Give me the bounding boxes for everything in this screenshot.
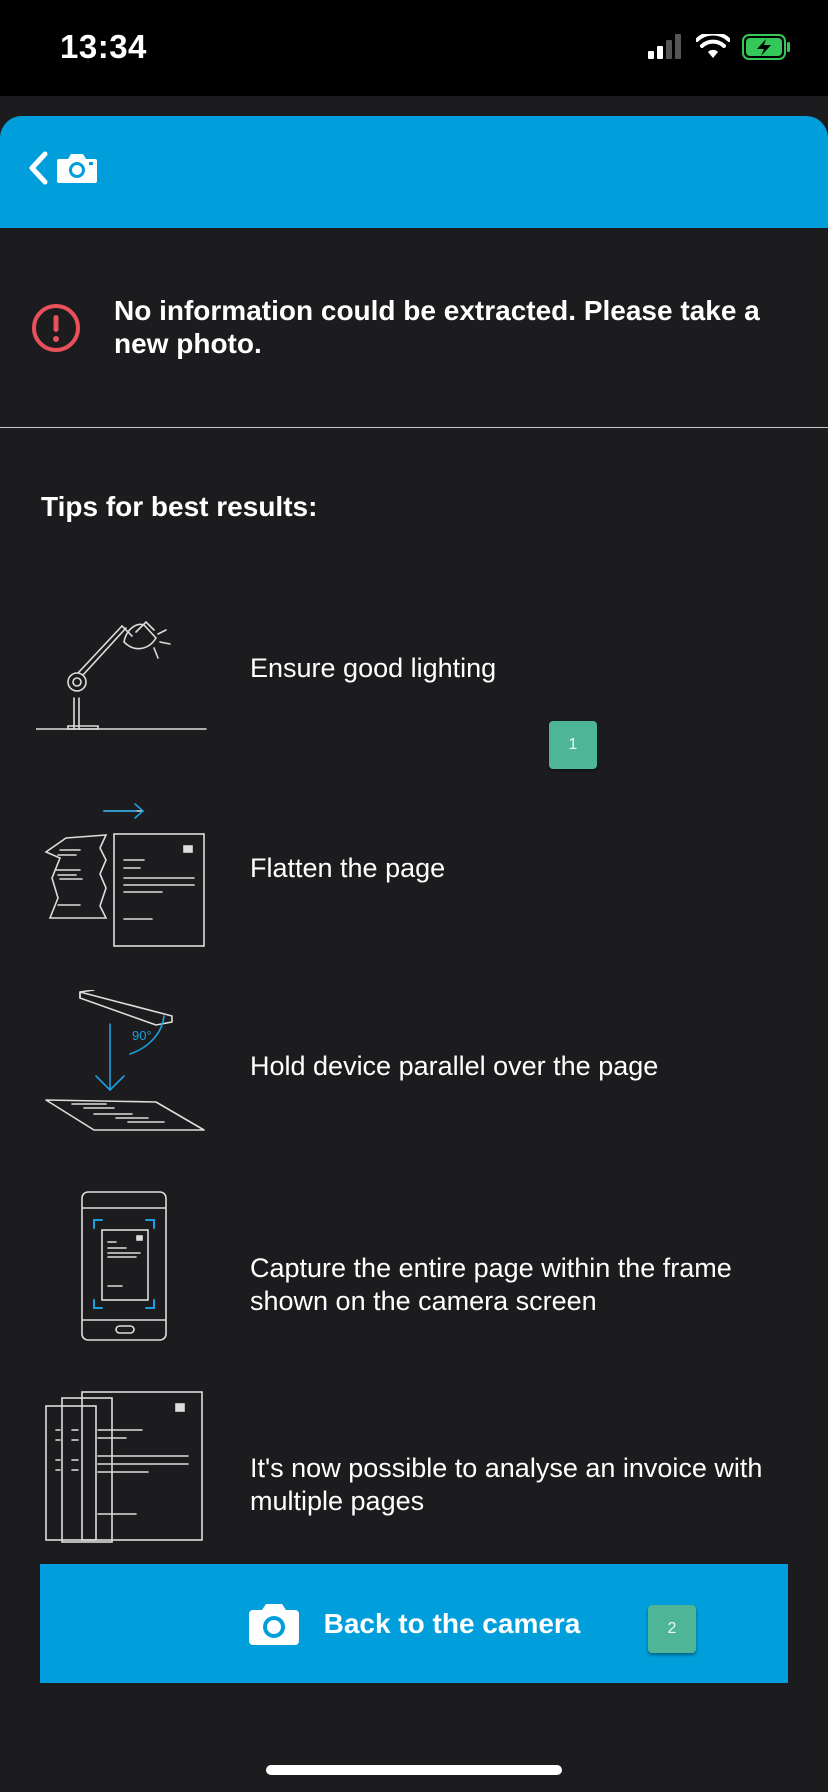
navigation-bar [0,116,828,228]
camera-icon [248,1603,299,1645]
tips-heading: Tips for best results: [41,491,318,522]
back-to-camera-label: Back to the camera [323,1607,581,1639]
badge: 1 [549,721,597,769]
home-indicator[interactable] [266,1765,562,1775]
phone-frame-icon [81,1191,167,1341]
tip-text: Hold device parallel over the page [250,1051,659,1081]
battery-icon [742,34,790,60]
status-icons [646,34,792,60]
tip-text: It's now possible to analyse an invoice … [250,1453,763,1516]
wifi-icon [696,34,730,58]
tip-item: 90° Hold device parallel over the page [0,980,828,1180]
flatten-page-icon [44,803,205,947]
tip-text: Capture the entire page within the frame… [250,1253,732,1316]
tip-item: It's now possible to analyse an invoice … [0,1380,828,1580]
tip-text: Flatten the page [250,853,446,883]
tip-text: Ensure good lighting [250,653,497,683]
parallel-device-icon: 90° [45,990,205,1131]
error-banner: No information could be extracted. Pleas… [0,228,828,428]
tip-item: Capture the entire page within the frame… [0,1180,828,1380]
divider [0,427,828,428]
status-time: 13:34 [60,28,147,65]
badge: 2 [648,1605,696,1653]
chevron-left-icon [29,151,48,185]
lamp-icon [36,620,207,730]
alert-icon [32,304,80,352]
tip-item: Flatten the page [0,780,828,980]
signal-icon [648,34,681,59]
svg-text:90°: 90° [132,1028,152,1043]
multiple-pages-icon [45,1391,203,1543]
status-bar: 13:34 [0,0,828,96]
tip-item: Ensure good lighting [0,600,828,800]
back-button[interactable] [26,150,98,186]
camera-icon [57,154,97,183]
error-message: No information could be extracted. Pleas… [114,295,760,359]
